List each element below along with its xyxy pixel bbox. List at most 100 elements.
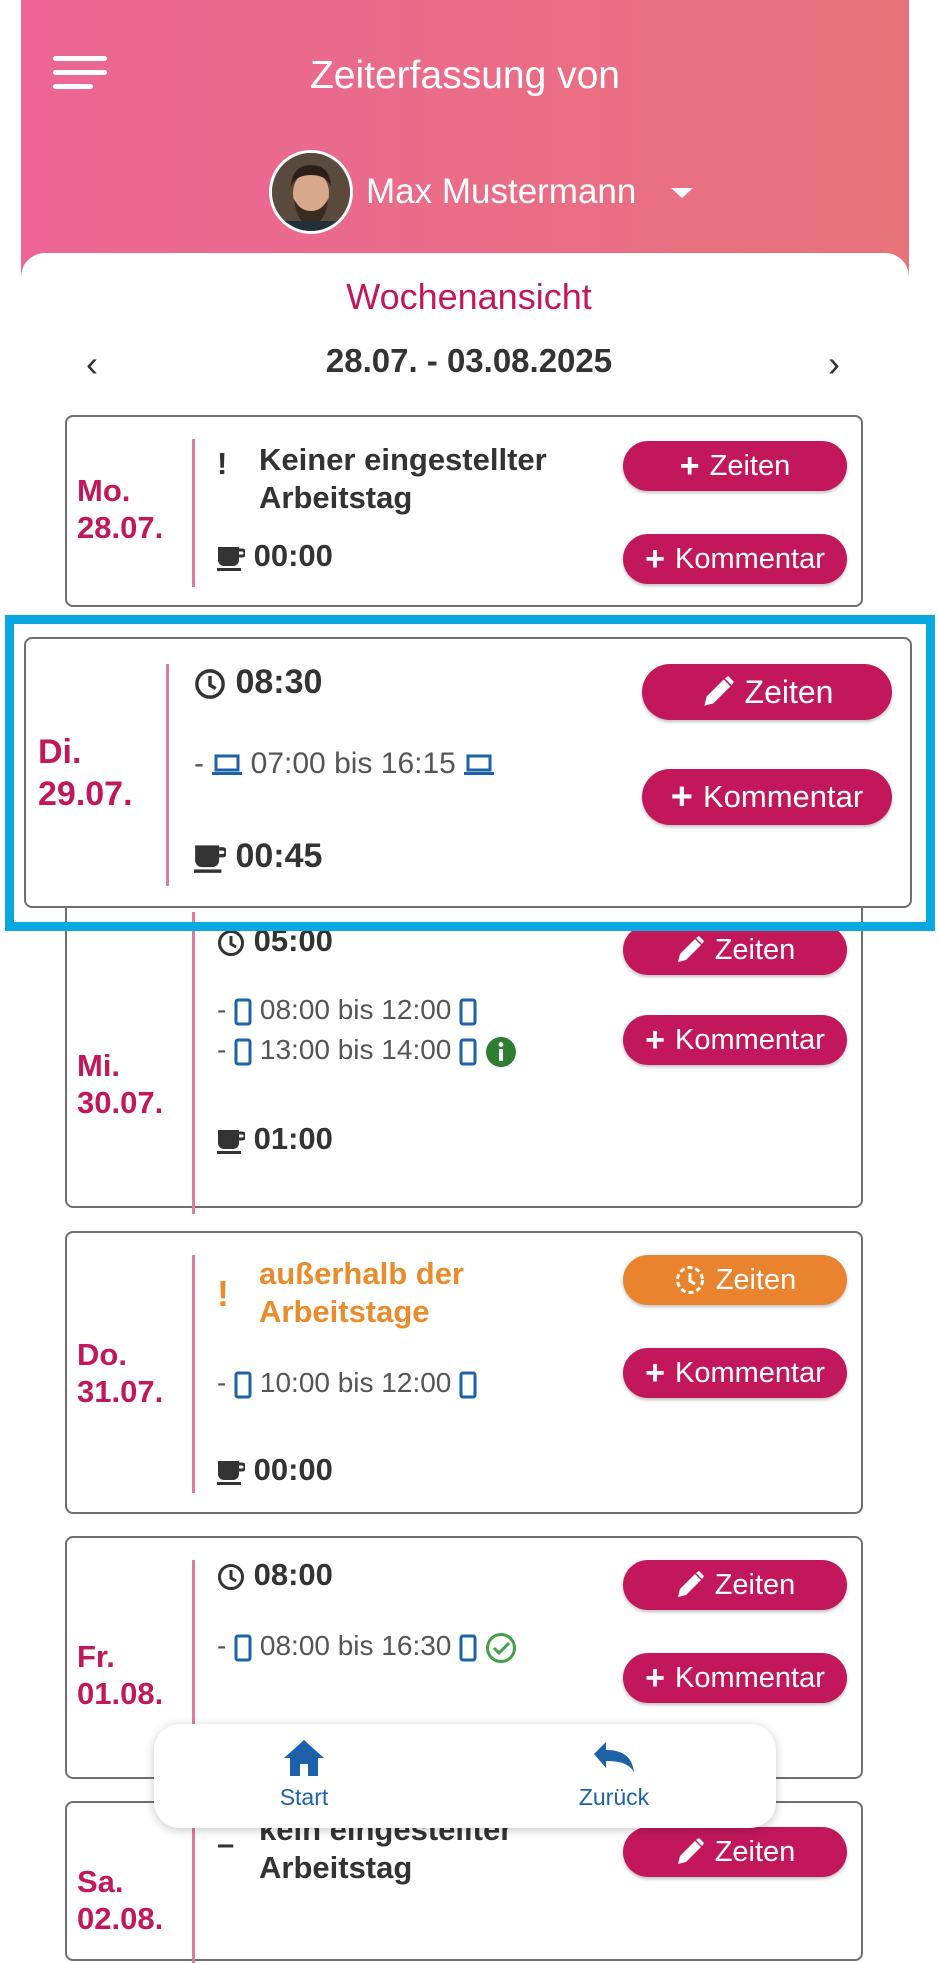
button-label: Kommentar	[674, 1356, 825, 1389]
phone-icon	[459, 1634, 477, 1662]
day-label: Mo. 28.07.	[77, 472, 177, 546]
pencil-icon	[677, 936, 704, 962]
day-date: 01.08.	[77, 1676, 164, 1711]
page-title: Zeiterfassung von	[309, 54, 620, 97]
button-label: Zeiten	[714, 1835, 796, 1868]
next-week-button[interactable]: ›	[828, 346, 840, 382]
day-label: Do. 31.07.	[77, 1336, 177, 1410]
pause-duration: 01:00	[253, 1121, 333, 1156]
phone-icon	[234, 1371, 252, 1399]
app-header: Zeiterfassung von Max Mustermann	[21, 0, 909, 290]
phone-icon	[234, 1634, 252, 1662]
day-divider	[192, 912, 195, 1214]
day-status: Keiner eingestellter Arbeitstag	[259, 441, 547, 517]
add-comment-button[interactable]: + Kommentar	[623, 1653, 847, 1703]
button-label: Zeiten	[709, 449, 791, 482]
phone-icon	[459, 1371, 477, 1399]
clock-icon	[218, 929, 244, 956]
button-label: Zeiten	[714, 1568, 796, 1601]
edit-times-button[interactable]: Zeiten	[623, 1560, 847, 1610]
time-entry[interactable]: - 13:00 bis 14:00	[217, 1034, 517, 1068]
week-range: 28.07. - 03.08.2025	[325, 342, 613, 379]
status-line: außerhalb der	[259, 1256, 464, 1291]
time-range: 10:00 bis 12:00	[259, 1367, 452, 1398]
add-comment-button[interactable]: + Kommentar	[623, 534, 847, 584]
day-weekday: Mo.	[77, 473, 131, 508]
pause-duration: 00:00	[253, 1452, 333, 1487]
nav-label: Zurück	[578, 1784, 650, 1810]
dash-icon: –	[217, 1826, 235, 1861]
coffee-icon	[217, 1460, 245, 1485]
status-line: Keiner eingestellter	[259, 442, 547, 477]
day-date: 02.08.	[77, 1901, 164, 1936]
times-button[interactable]: Zeiten	[623, 1255, 847, 1305]
time-range: 13:00 bis 14:00	[259, 1034, 452, 1065]
edit-times-button[interactable]: Zeiten	[623, 925, 847, 975]
worked-duration: 08:00	[253, 1557, 333, 1592]
plus-icon: +	[645, 1354, 665, 1392]
day-card-thursday: Do. 31.07. ! außerhalb der Arbeitstage -…	[65, 1231, 863, 1514]
day-divider	[192, 1823, 195, 1963]
coffee-icon	[217, 546, 245, 571]
home-icon	[284, 1740, 324, 1776]
button-label: Zeiten	[714, 933, 796, 966]
add-comment-button[interactable]: + Kommentar	[623, 1348, 847, 1398]
selection-highlight	[5, 615, 935, 931]
phone-icon	[459, 998, 477, 1026]
time-entry[interactable]: - 08:00 bis 12:00	[217, 994, 477, 1026]
status-line: Arbeitstag	[259, 480, 413, 515]
coffee-icon	[217, 1129, 245, 1154]
add-comment-button[interactable]: + Kommentar	[623, 1015, 847, 1065]
chevron-down-icon[interactable]	[671, 188, 693, 198]
day-date: 31.07.	[77, 1374, 164, 1409]
worked-time-row: 08:00	[217, 1556, 333, 1594]
day-date: 30.07.	[77, 1085, 164, 1120]
undo-icon	[594, 1742, 634, 1772]
clock-dashed-icon	[675, 1266, 704, 1294]
nav-start[interactable]: Start	[234, 1738, 374, 1811]
day-weekday: Sa.	[77, 1864, 124, 1899]
button-label: Kommentar	[674, 1661, 825, 1694]
day-label: Fr. 01.08.	[77, 1638, 177, 1712]
plus-icon: +	[645, 540, 665, 578]
plus-icon: +	[679, 447, 700, 485]
day-weekday: Do.	[77, 1337, 127, 1372]
day-divider	[192, 439, 195, 587]
time-range: 08:00 bis 12:00	[259, 994, 452, 1025]
nav-label: Start	[279, 1784, 329, 1810]
user-selector[interactable]: Max Mustermann	[245, 150, 705, 240]
status-line: Arbeitstage	[259, 1294, 430, 1329]
avatar	[269, 150, 353, 234]
add-times-button[interactable]: + Zeiten	[623, 441, 847, 491]
clock-icon	[218, 1563, 244, 1590]
day-card-monday: Mo. 28.07. ! Keiner eingestellter Arbeit…	[65, 415, 863, 607]
time-range: 08:00 bis 16:30	[259, 1630, 452, 1661]
check-circle-icon	[485, 1632, 516, 1663]
day-status: außerhalb der Arbeitstage	[259, 1255, 464, 1331]
day-divider	[192, 1255, 195, 1493]
day-label: Mi. 30.07.	[77, 1047, 177, 1121]
button-label: Kommentar	[674, 542, 825, 575]
day-weekday: Mi.	[77, 1048, 121, 1083]
button-label: Kommentar	[674, 1023, 825, 1056]
plus-icon: +	[645, 1659, 665, 1697]
status-line: Arbeitstag	[259, 1850, 413, 1885]
pause-duration: 00:00	[253, 538, 333, 573]
info-icon: !	[217, 446, 228, 481]
user-name: Max Mustermann	[366, 172, 637, 211]
time-entry[interactable]: - 08:00 bis 16:30	[217, 1630, 517, 1664]
info-icon	[485, 1036, 516, 1067]
day-weekday: Fr.	[77, 1639, 115, 1674]
time-entry[interactable]: - 10:00 bis 12:00	[217, 1367, 477, 1399]
nav-back[interactable]: Zurück	[544, 1738, 684, 1811]
button-label: Zeiten	[715, 1263, 797, 1296]
plus-icon: +	[645, 1021, 665, 1059]
pause-row: 01:00	[217, 1120, 333, 1158]
day-label: Sa. 02.08.	[77, 1863, 177, 1937]
warning-icon: !	[217, 1273, 229, 1314]
pencil-icon	[677, 1571, 704, 1597]
bottom-navigation: Start Zurück	[154, 1724, 776, 1828]
phone-icon	[459, 1038, 477, 1066]
pencil-icon	[677, 1838, 704, 1864]
edit-times-button[interactable]: Zeiten	[623, 1827, 847, 1877]
